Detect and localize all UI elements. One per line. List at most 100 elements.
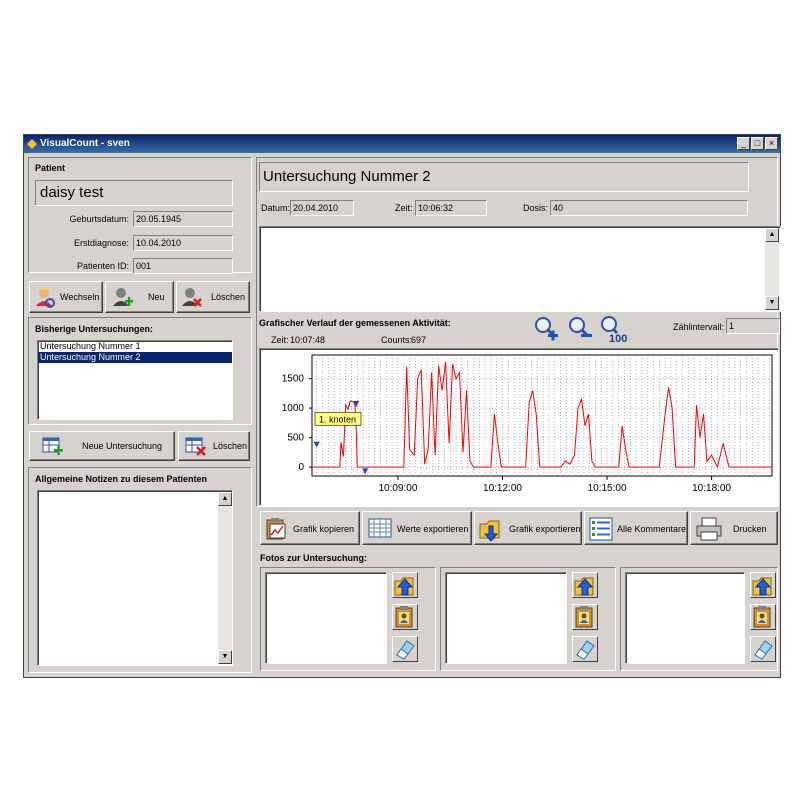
photo-delete-button[interactable] — [572, 636, 598, 662]
dose-label: Dosis: — [523, 203, 549, 213]
x-tick-label: 10:12:00 — [483, 483, 522, 494]
cursor-time-label: Zeit: — [271, 335, 289, 345]
exams-list[interactable]: Untersuchung Nummer 1 Untersuchung Nummer… — [37, 340, 233, 420]
title-bar[interactable]: VisualCount - sven _ □ × — [24, 135, 780, 153]
scroll-up-arrow[interactable]: ▲ — [765, 228, 779, 242]
table-add-icon — [42, 437, 63, 455]
exam-title: Untersuchung Nummer 2 — [259, 162, 749, 192]
activity-chart[interactable]: 0 500 1000 1500 10:09:00 10:12:00 10:15:00 10:1… — [260, 349, 776, 503]
birthdate-label: Geburtsdatum: — [69, 214, 129, 224]
y-tick-label: 1500 — [282, 374, 305, 385]
copy-chart-label: Grafik kopieren — [293, 524, 355, 534]
eraser-icon — [396, 640, 415, 660]
export-values-button[interactable]: Werte exportieren — [362, 511, 472, 545]
printer-icon — [696, 517, 722, 541]
photo-frame[interactable] — [625, 572, 745, 664]
interval-label: Zählintervall: — [673, 322, 725, 332]
chart-heading: Grafischer Verlauf der gemessenen Aktivi… — [259, 318, 451, 328]
export-values-label: Werte exportieren — [397, 524, 469, 534]
exams-heading: Bisherige Untersuchungen: — [35, 324, 154, 334]
all-comments-label: Alle Kommentare — [617, 524, 687, 534]
export-chart-button[interactable]: Grafik exportieren — [474, 511, 582, 545]
folder-up-icon — [752, 577, 772, 596]
y-tick-label: 0 — [298, 462, 304, 473]
window-title: VisualCount - sven — [40, 138, 130, 149]
exam-list-item[interactable]: Untersuchung Nummer 2 — [38, 352, 232, 363]
clipboard-person-icon — [395, 606, 413, 628]
scroll-down-arrow[interactable]: ▼ — [218, 650, 232, 664]
photo-upload-button[interactable] — [392, 572, 418, 598]
delete-exam-button[interactable]: Löschen — [178, 431, 250, 461]
user-delete-icon — [182, 288, 202, 307]
main-window: VisualCount - sven _ □ × Patient daisy t… — [23, 134, 781, 678]
export-chart-label: Grafik exportieren — [509, 524, 581, 534]
maximize-button[interactable]: □ — [751, 137, 764, 150]
date-label: Datum: — [261, 203, 291, 213]
photo-slot — [260, 567, 436, 671]
new-exam-button[interactable]: Neue Untersuchung — [29, 431, 175, 461]
counts-label: Counts: — [381, 335, 413, 345]
diagnosis-field[interactable]: 10.04.2010 — [133, 235, 233, 251]
notes-panel: Allgemeine Notizen zu diesem Patienten ▲… — [28, 467, 252, 673]
exam-comment-textarea[interactable] — [259, 226, 781, 312]
patient-panel: Patient daisy test Geburtsdatum: 20.05.1… — [28, 157, 252, 274]
photo-view-button[interactable] — [750, 604, 776, 630]
photo-frame[interactable] — [445, 572, 567, 664]
new-patient-label: Neu — [148, 292, 165, 302]
time-field[interactable]: 10:06:32 — [415, 200, 487, 216]
clipboard-person-icon — [575, 606, 593, 628]
birthdate-field[interactable]: 20.05.1945 — [133, 211, 233, 227]
notes-heading: Allgemeine Notizen zu diesem Patienten — [35, 474, 208, 484]
date-field[interactable]: 20.04.2010 — [290, 200, 354, 216]
photo-upload-button[interactable] — [572, 572, 598, 598]
switch-patient-button[interactable]: Wechseln — [29, 281, 103, 313]
photo-slot — [620, 567, 778, 671]
chart-area[interactable]: 0 500 1000 1500 10:09:00 10:12:00 10:15:00 10:1… — [259, 348, 779, 506]
exam-list-item[interactable]: Untersuchung Nummer 1 — [38, 341, 232, 352]
list-icon — [589, 517, 613, 541]
folder-export-icon — [479, 520, 500, 542]
copy-chart-button[interactable]: Grafik kopieren — [260, 511, 360, 545]
delete-patient-button[interactable]: Löschen — [176, 281, 250, 313]
notes-textarea[interactable] — [37, 490, 233, 666]
minimize-button[interactable]: _ — [737, 137, 750, 150]
y-tick-label: 500 — [287, 433, 304, 444]
photo-frame[interactable] — [265, 572, 387, 664]
cursor-time-value: 10:07:48 — [290, 335, 326, 345]
all-comments-button[interactable]: Alle Kommentare — [584, 511, 688, 545]
app-icon — [27, 139, 37, 149]
folder-up-icon — [394, 577, 414, 596]
patient-heading: Patient — [35, 163, 66, 173]
new-patient-button[interactable]: Neu — [105, 281, 174, 313]
scroll-up-arrow[interactable]: ▲ — [218, 492, 232, 506]
counts-value: 697 — [411, 335, 427, 345]
patient-id-field[interactable]: 001 — [133, 258, 233, 274]
user-swap-icon — [36, 287, 55, 308]
clipboard-person-icon — [753, 606, 771, 628]
photo-delete-button[interactable] — [750, 636, 776, 662]
delete-patient-label: Löschen — [211, 292, 246, 302]
eraser-icon — [754, 640, 773, 660]
comment-scrollbar[interactable]: ▲ ▼ — [765, 228, 779, 310]
photo-slot — [440, 567, 616, 671]
photo-delete-button[interactable] — [392, 636, 418, 662]
patient-id-label: Patienten ID: — [76, 261, 129, 271]
x-tick-label: 10:15:00 — [588, 483, 627, 494]
zoom-100-icon[interactable]: 100 — [599, 315, 631, 343]
zoom-in-icon[interactable] — [533, 315, 559, 341]
photo-view-button[interactable] — [392, 604, 418, 630]
photo-view-button[interactable] — [572, 604, 598, 630]
photo-upload-button[interactable] — [750, 572, 776, 598]
clipboard-chart-icon — [266, 518, 286, 540]
interval-field[interactable]: 1 — [726, 318, 780, 334]
photos-heading: Fotos zur Untersuchung: — [260, 553, 367, 563]
close-button[interactable]: × — [765, 137, 778, 150]
patient-name: daisy test — [35, 180, 233, 206]
diagnosis-label: Erstdiagnose: — [73, 238, 129, 248]
print-button[interactable]: Drucken — [690, 511, 778, 545]
y-tick-label: 1000 — [282, 403, 305, 414]
notes-scrollbar[interactable]: ▲ ▼ — [218, 492, 232, 664]
scroll-down-arrow[interactable]: ▼ — [765, 296, 779, 310]
dose-field[interactable]: 40 — [550, 200, 748, 216]
zoom-out-icon[interactable] — [567, 315, 593, 341]
